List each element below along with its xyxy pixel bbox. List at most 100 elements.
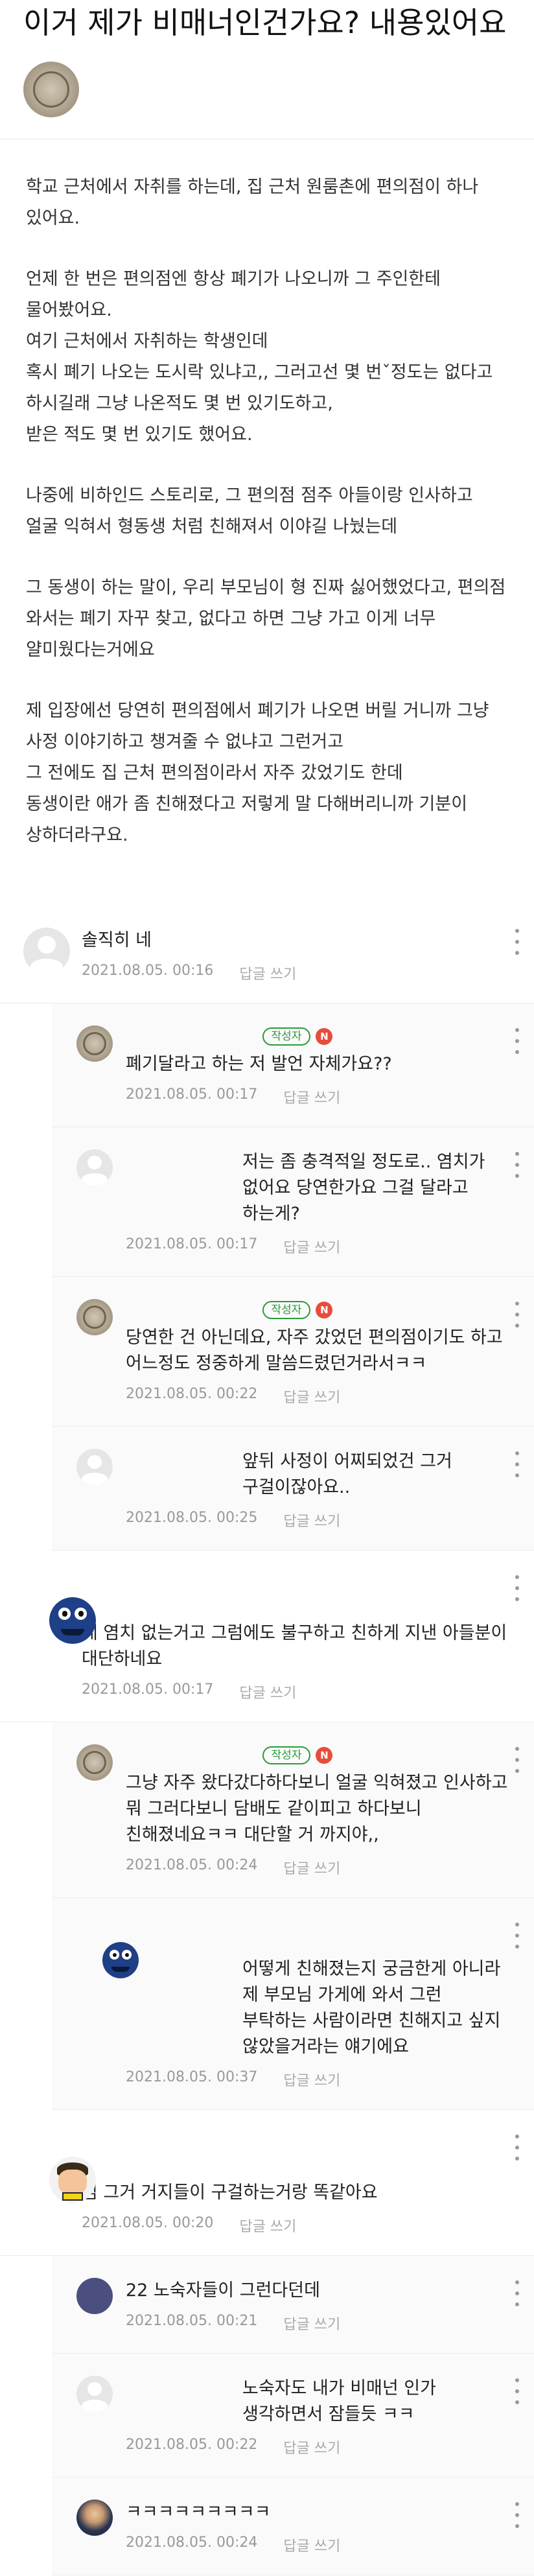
comment-body: 노숙자도 내가 비매넌 인가 생각하면서 잠들듯 ㅋㅋ 2021.08.05. 0…	[126, 2376, 508, 2457]
comment-item: 솔직히 네 2021.08.05. 00:16 답글 쓰기	[0, 904, 534, 1003]
comment-meta: 2021.08.05. 00:25 답글 쓰기	[126, 1510, 508, 1530]
reply-button[interactable]: 답글 쓰기	[283, 2535, 340, 2555]
comment-text: 당연한 건 아닌데요, 자주 갔었던 편의점이기도 하고 어느정도 정중하게 말…	[126, 1328, 503, 1374]
post-header: 이거 제가 비매너인건가요? 내용있어요	[0, 0, 534, 121]
default-profile-icon[interactable]	[76, 1149, 113, 1186]
default-profile-icon[interactable]	[76, 2376, 113, 2412]
comment-text: 폐기달라고 하는 저 발언 자체가요??	[126, 1054, 392, 1074]
comment-body: 작성자 N 폐기달라고 하는 저 발언 자체가요?? 2021.08.05. 00:1…	[126, 1025, 508, 1107]
default-profile-icon[interactable]	[76, 1449, 113, 1485]
post-title: 이거 제가 비매너인건가요? 내용있어요	[23, 5, 507, 40]
more-options-icon[interactable]	[512, 1028, 522, 1054]
more-options-icon[interactable]	[512, 1302, 522, 1328]
comment-body: 님 그거 거지들이 구걸하는거랑 똑같아요 2021.08.05. 00:20 답글…	[82, 2180, 508, 2236]
commenter-avatar-character-icon[interactable]	[49, 2157, 96, 2203]
post-paragraph: 학교 근처에서 자취를 하는데, 집 근처 원룸촌에 편의점이 하나 있어요.	[26, 177, 479, 228]
comment-meta: 2021.08.05. 00:24 답글 쓰기	[126, 2535, 508, 2555]
commenter-avatar-photo-icon[interactable]	[76, 2500, 113, 2536]
commenter-avatar-seal-icon[interactable]	[76, 1744, 113, 1781]
reply-item: 작성자 N 그냥 자주 왔다갔다하다보니 얼굴 익혀졌고 인사하고 뭐 그러다보니 …	[52, 1722, 534, 1898]
more-options-icon[interactable]	[512, 1152, 522, 1178]
seal-emblem-icon	[82, 1031, 107, 1056]
comment-meta: 2021.08.05. 00:24 답글 쓰기	[126, 1857, 508, 1878]
reply-button[interactable]: 답글 쓰기	[283, 1857, 340, 1878]
post-paragraph: 제 입장에선 당연히 편의점에서 폐기가 나오면 버릴 거니까 그냥 사정 이야…	[26, 701, 489, 845]
post-paragraph: 그 동생이 하는 말이, 우리 부모님이 형 진짜 싫어했었다고, 편의점 와서…	[26, 578, 506, 660]
comment-body: 네 염치 없는거고 그럼에도 불구하고 친하게 지낸 아들분이 대단하네요 202…	[82, 1621, 508, 1702]
comment-body: ㅋㅋㅋㅋㅋㅋㅋㅋㅋ 2021.08.05. 00:24 답글 쓰기	[126, 2500, 508, 2555]
more-options-icon[interactable]	[512, 1747, 522, 1773]
comment-text: 저는 좀 충격적일 정도로.. 염치가 없어요 당연한가요 그걸 달라고 하는게…	[242, 1152, 485, 1224]
commenter-avatar-seal-icon[interactable]	[76, 1299, 113, 1335]
comment-date: 2021.08.05. 00:25	[126, 1510, 258, 1526]
comment-meta: 2021.08.05. 00:22 답글 쓰기	[126, 2437, 508, 2457]
reply-button[interactable]: 답글 쓰기	[283, 1510, 340, 1530]
new-badge: N	[316, 1747, 333, 1764]
comment-date: 2021.08.05. 00:22	[126, 1386, 258, 1402]
comment-badges: 작성자 N	[126, 1025, 508, 1048]
author-badge: 작성자	[262, 1027, 311, 1046]
comment-meta: 2021.08.05. 00:21 답글 쓰기	[126, 2313, 508, 2334]
reply-button[interactable]: 답글 쓰기	[283, 2313, 340, 2334]
post-paragraph: 나중에 비하인드 스토리로, 그 편의점 점주 아들이랑 인사하고 얼굴 익혀서…	[26, 486, 473, 537]
new-badge: N	[316, 1028, 333, 1045]
comment-meta: 2021.08.05. 00:20 답글 쓰기	[82, 2215, 508, 2236]
seal-emblem-icon	[82, 1750, 107, 1775]
comment-item: 네 염치 없는거고 그럼에도 불구하고 친하게 지낸 아들분이 대단하네요 202…	[0, 1551, 534, 1722]
comment-badges: 작성자 N	[126, 1299, 508, 1321]
comment-body: 솔직히 네 2021.08.05. 00:16 답글 쓰기	[82, 928, 508, 983]
comment-body: 작성자 N 당연한 건 아닌데요, 자주 갔었던 편의점이기도 하고 어느정도 정중…	[126, 1299, 508, 1407]
reply-button[interactable]: 답글 쓰기	[239, 2215, 296, 2236]
reply-button[interactable]: 답글 쓰기	[283, 1086, 340, 1107]
comment-text: 네 염치 없는거고 그럼에도 불구하고 친하게 지낸 아들분이 대단하네요	[82, 1623, 507, 1669]
more-options-icon[interactable]	[512, 1451, 522, 1477]
more-options-icon[interactable]	[512, 2280, 522, 2306]
comment-list: 솔직히 네 2021.08.05. 00:16 답글 쓰기 작성자 N 폐기달라고 하는 …	[0, 904, 534, 2575]
comment-date: 2021.08.05. 00:22	[126, 2437, 258, 2453]
seal-emblem-icon	[82, 1305, 107, 1329]
comment-date: 2021.08.05. 00:20	[82, 2215, 214, 2231]
reply-item: 저는 좀 충격적일 정도로.. 염치가 없어요 당연한가요 그걸 달라고 하는게…	[52, 1127, 534, 1277]
more-options-icon[interactable]	[512, 1923, 522, 1949]
more-options-icon[interactable]	[512, 1575, 522, 1601]
comment-date: 2021.08.05. 00:37	[126, 2069, 258, 2085]
comment-text: 솔직히 네	[82, 930, 152, 950]
commenter-avatar-icon[interactable]	[76, 2278, 113, 2314]
comment-item: 님 그거 거지들이 구걸하는거랑 똑같아요 2021.08.05. 00:20 답글…	[0, 2110, 534, 2256]
page: 이거 제가 비매너인건가요? 내용있어요 학교 근처에서 자취를 하는데, 집 …	[0, 0, 534, 2576]
comment-body: 어떻게 친해졌는지 궁금한게 아니라 제 부모님 가게에 와서 그런 부탁하는 …	[126, 1956, 508, 2090]
post-paragraph: 언제 한 번은 편의점엔 항상 폐기가 나오니까 그 주인한테 물어봤어요. 여기…	[26, 269, 493, 445]
commenter-avatar-monster-icon[interactable]	[102, 1942, 139, 1978]
comment-text: 22 노숙자들이 그런다던데	[126, 2280, 320, 2301]
reply-button[interactable]: 답글 쓰기	[239, 963, 296, 983]
seal-emblem-icon	[32, 71, 70, 108]
reply-item: 어떻게 친해졌는지 궁금한게 아니라 제 부모님 가게에 와서 그런 부탁하는 …	[52, 1898, 534, 2110]
comment-body: 작성자 N 그냥 자주 왔다갔다하다보니 얼굴 익혀졌고 인사하고 뭐 그러다보니 …	[126, 1744, 508, 1878]
comment-meta: 2021.08.05. 00:17 답글 쓰기	[126, 1086, 508, 1107]
more-options-icon[interactable]	[512, 2502, 522, 2528]
commenter-avatar-monster-icon[interactable]	[49, 1597, 96, 1644]
commenter-avatar-seal-icon[interactable]	[76, 1025, 113, 1062]
reply-item: 앞뒤 사정이 어찌되었건 그거 구걸이잖아요.. 2021.08.05. 00:2…	[52, 1427, 534, 1551]
more-options-icon[interactable]	[512, 2378, 522, 2404]
default-profile-icon[interactable]	[23, 928, 70, 974]
author-badge: 작성자	[262, 1746, 311, 1764]
comment-date: 2021.08.05. 00:24	[126, 1857, 258, 1873]
more-options-icon[interactable]	[512, 929, 522, 955]
comment-meta: 2021.08.05. 00:17 답글 쓰기	[126, 1236, 508, 1257]
reply-button[interactable]: 답글 쓰기	[283, 1386, 340, 1407]
reply-item: 작성자 N 폐기달라고 하는 저 발언 자체가요?? 2021.08.05. 00:1…	[52, 1003, 534, 1127]
author-avatar[interactable]	[23, 62, 79, 117]
reply-button[interactable]: 답글 쓰기	[239, 1681, 296, 1702]
comment-date: 2021.08.05. 00:16	[82, 963, 214, 979]
comment-meta: 2021.08.05. 00:17 답글 쓰기	[82, 1681, 508, 1702]
comment-body: 22 노숙자들이 그런다던데 2021.08.05. 00:21 답글 쓰기	[126, 2278, 508, 2334]
reply-button[interactable]: 답글 쓰기	[283, 2069, 340, 2090]
reply-item: 작성자 N 당연한 건 아닌데요, 자주 갔었던 편의점이기도 하고 어느정도 정중…	[52, 1277, 534, 1427]
reply-button[interactable]: 답글 쓰기	[283, 2437, 340, 2457]
comment-date: 2021.08.05. 00:24	[126, 2535, 258, 2551]
more-options-icon[interactable]	[512, 2135, 522, 2160]
comment-text: 그냥 자주 왔다갔다하다보니 얼굴 익혀졌고 인사하고 뭐 그러다보니 담배도 …	[126, 1773, 508, 1845]
comment-meta: 2021.08.05. 00:22 답글 쓰기	[126, 1386, 508, 1407]
reply-button[interactable]: 답글 쓰기	[283, 1236, 340, 1257]
